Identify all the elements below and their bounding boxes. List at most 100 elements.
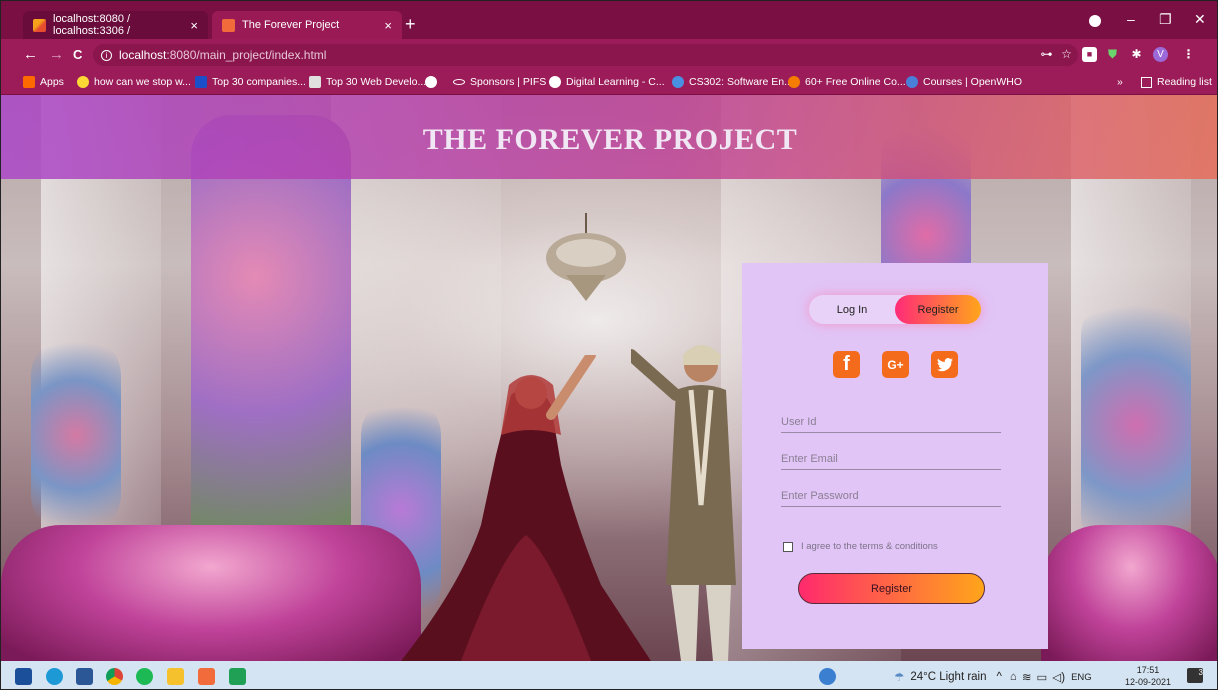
url-host: localhost xyxy=(119,48,167,62)
bookmark-item[interactable]: Top 30 companies... xyxy=(195,76,306,88)
wifi-icon[interactable]: ≋ xyxy=(1022,670,1032,684)
bookmark-label: how can we stop w... xyxy=(94,76,191,88)
bookmark-item[interactable]: CS302: Software En... xyxy=(672,76,793,88)
site-info-icon[interactable]: i xyxy=(101,49,112,61)
terms-checkbox[interactable] xyxy=(783,541,793,552)
new-tab-button[interactable]: + xyxy=(405,15,416,33)
tab-forever-project[interactable]: The Forever Project × xyxy=(212,11,402,39)
edge-icon[interactable] xyxy=(46,668,63,685)
extensions-puzzle-icon[interactable]: ✱ xyxy=(1129,47,1144,62)
clock[interactable]: 17:51 12-09-2021 xyxy=(1125,664,1171,688)
network-icon[interactable]: ⌂ xyxy=(1010,671,1017,683)
bookmark-label: Top 30 Web Develo... xyxy=(326,76,427,88)
lanterns-left xyxy=(1,525,421,661)
chandelier-image xyxy=(546,213,626,301)
extension-icon[interactable]: ■ xyxy=(1082,47,1097,62)
page-content: THE FOREVER PROJECT Log In Register f G+ xyxy=(1,95,1217,661)
bookmark-item[interactable]: Top 30 Web Develo... xyxy=(309,76,426,88)
bookmark-item[interactable]: Courses | OpenWHO xyxy=(906,76,1022,88)
tab-title: localhost:8080 / localhost:3306 / xyxy=(53,13,131,37)
facebook-glyph: f xyxy=(843,353,850,375)
clock-time: 17:51 xyxy=(1136,665,1160,675)
bookmark-star-icon[interactable]: ☆ xyxy=(1059,47,1074,62)
twitter-icon[interactable] xyxy=(931,351,958,378)
notification-icon[interactable]: 3 xyxy=(1187,668,1203,683)
system-app-icon[interactable] xyxy=(819,668,836,685)
password-field[interactable] xyxy=(781,485,1001,507)
url-path: :8080/main_project/index.html xyxy=(166,48,327,62)
google-plus-icon[interactable]: G+ xyxy=(882,351,909,378)
bookmark-label: Courses | OpenWHO xyxy=(923,76,1023,88)
user-id-field[interactable] xyxy=(781,411,1001,433)
reading-list-button[interactable]: Reading list xyxy=(1141,76,1212,88)
key-icon[interactable]: ⊶ xyxy=(1039,47,1054,62)
chevron-up-icon[interactable]: ^ xyxy=(997,671,1002,683)
facebook-icon[interactable]: f xyxy=(833,351,860,378)
language-indicator[interactable]: ENG xyxy=(1071,672,1092,683)
address-bar[interactable]: i localhost :8080/main_project/index.htm… xyxy=(93,44,1078,66)
reading-list-icon xyxy=(1141,76,1152,88)
register-form-card: Log In Register f G+ I agree to the term… xyxy=(742,263,1048,649)
d-icon xyxy=(195,76,207,88)
bookmark-item[interactable]: 60+ Free Online Co... xyxy=(788,76,906,88)
file-explorer-icon[interactable] xyxy=(167,668,184,685)
xampp-icon[interactable] xyxy=(198,668,215,685)
restore-button[interactable]: ❐ xyxy=(1159,11,1172,28)
bookmark-apps[interactable]: Apps xyxy=(23,76,64,88)
word-icon[interactable] xyxy=(76,668,93,685)
terms-label: I agree to the terms & conditions xyxy=(801,541,938,552)
flower-cluster-left xyxy=(31,335,121,535)
flower-cluster-right xyxy=(1081,295,1191,555)
forever-favicon-icon xyxy=(222,18,235,32)
bookmark-label: 60+ Free Online Co... xyxy=(805,76,906,88)
spotify-icon[interactable] xyxy=(136,668,153,685)
start-button-icon[interactable] xyxy=(15,668,32,685)
bookmark-label: Sponsors | PIFS xyxy=(470,76,547,88)
bookmark-item[interactable] xyxy=(425,76,442,88)
browser-window: localhost:8080 / localhost:3306 / × The … xyxy=(0,0,1218,690)
forward-button[interactable]: → xyxy=(49,46,64,63)
bookmark-item[interactable]: how can we stop w... xyxy=(77,76,191,88)
clock-date: 12-09-2021 xyxy=(1125,677,1172,687)
tab-close-icon[interactable]: × xyxy=(384,18,392,33)
more-bookmarks-button[interactable]: » xyxy=(1117,76,1123,88)
profile-avatar[interactable]: V xyxy=(1153,47,1168,62)
bookmark-item[interactable]: Sponsors | PIFS xyxy=(453,76,546,88)
terms-row: I agree to the terms & conditions xyxy=(783,541,938,552)
globe-icon xyxy=(549,76,561,88)
close-window-button[interactable]: ✕ xyxy=(1194,11,1206,28)
system-tray: ☂ 24°C Light rain ^ ⌂ ≋ ▭ ◁) ENG xyxy=(894,670,1092,684)
phpmyadmin-favicon-icon xyxy=(33,18,46,32)
sponsors-icon xyxy=(453,79,465,85)
browser-toolbar: ← → C i localhost :8080/main_project/ind… xyxy=(1,39,1217,71)
google-icon xyxy=(77,76,89,88)
tab-register[interactable]: Register xyxy=(895,295,981,324)
reload-button[interactable]: C xyxy=(73,47,82,62)
bookmark-label: CS302: Software En... xyxy=(689,76,793,88)
battery-icon[interactable]: ▭ xyxy=(1037,670,1048,684)
bride-image xyxy=(401,355,651,661)
menu-icon[interactable]: ⋮ xyxy=(1181,47,1196,62)
globe-icon xyxy=(425,76,437,88)
chrome-icon[interactable] xyxy=(106,668,123,685)
register-submit-button[interactable]: Register xyxy=(798,573,985,604)
back-button[interactable]: ← xyxy=(23,46,38,63)
shield-extension-icon[interactable]: ⛊ xyxy=(1105,47,1120,62)
volume-icon[interactable]: ◁) xyxy=(1052,670,1065,684)
windows-taskbar: ☂ 24°C Light rain ^ ⌂ ≋ ▭ ◁) ENG 17:51 1… xyxy=(1,661,1217,689)
bookmark-item[interactable]: Digital Learning - C... xyxy=(549,76,665,88)
login-register-toggle: Log In Register xyxy=(809,295,981,324)
course-icon xyxy=(788,76,800,88)
tab-phpmyadmin[interactable]: localhost:8080 / localhost:3306 / × xyxy=(23,11,208,39)
weather-text[interactable]: 24°C Light rain xyxy=(910,671,986,683)
bookmark-label: Top 30 companies... xyxy=(212,76,306,88)
store-icon[interactable] xyxy=(229,668,246,685)
tab-close-icon[interactable]: × xyxy=(190,18,198,33)
minimize-button[interactable]: – xyxy=(1127,11,1135,27)
media-indicator-icon[interactable] xyxy=(1089,15,1101,27)
weather-icon[interactable]: ☂ xyxy=(894,670,904,684)
page-icon xyxy=(309,76,321,88)
apps-grid-icon xyxy=(23,76,35,88)
tab-login[interactable]: Log In xyxy=(809,295,895,324)
email-field[interactable] xyxy=(781,448,1001,470)
